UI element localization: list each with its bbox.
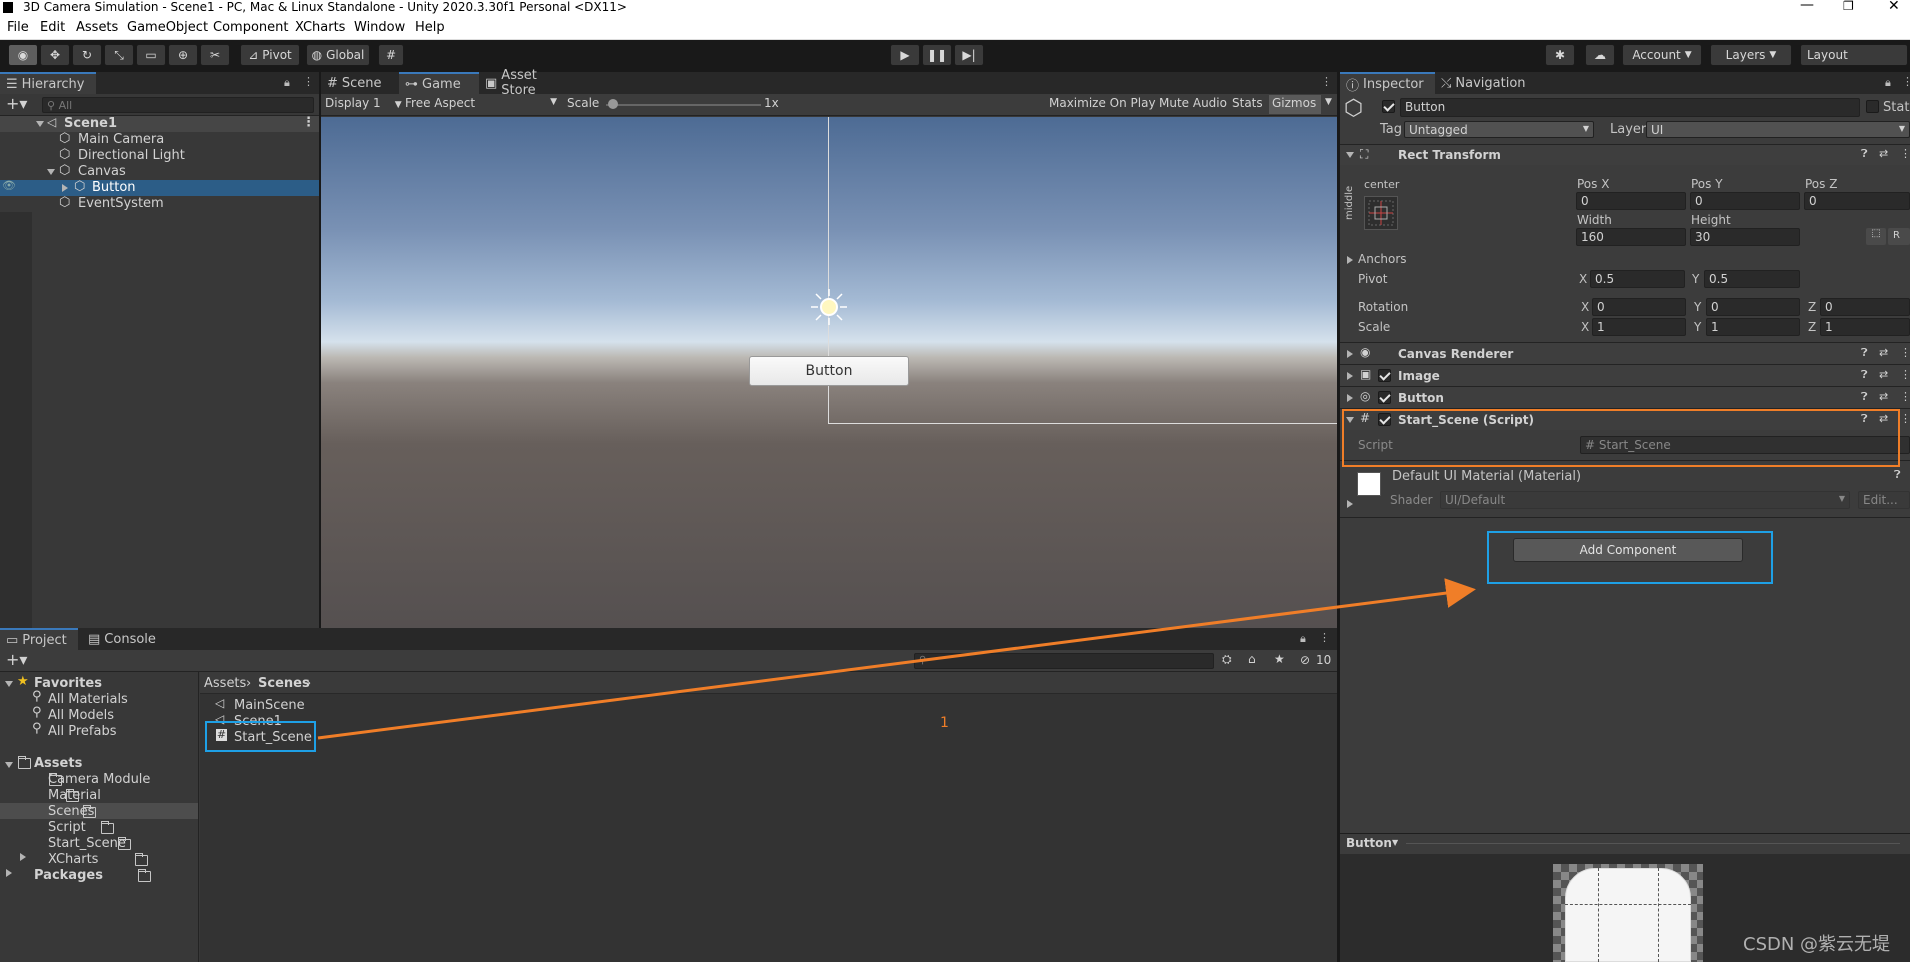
annotation-arrow: [317, 578, 1476, 740]
watermark: CSDN @紫云无堤: [1743, 934, 1891, 955]
